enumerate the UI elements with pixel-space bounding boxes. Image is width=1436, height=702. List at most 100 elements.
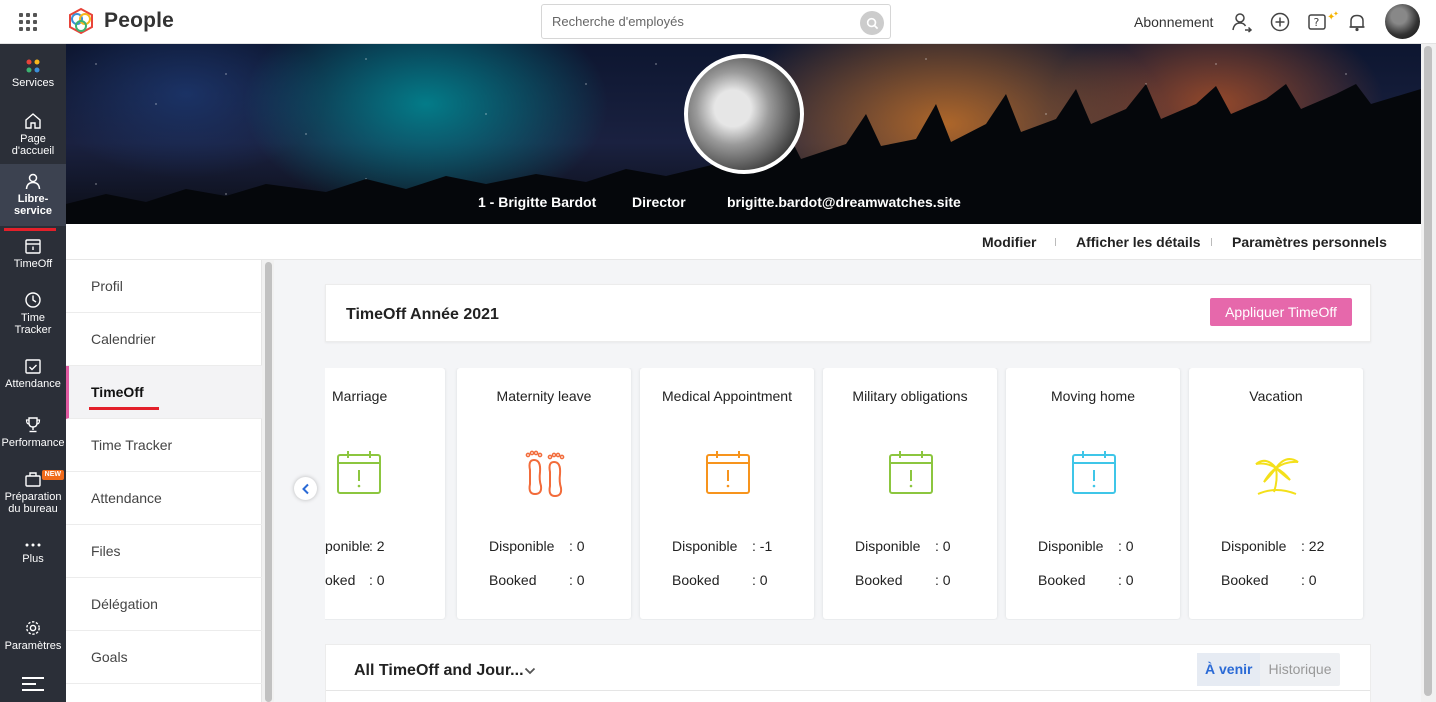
carousel-prev-button[interactable] — [294, 477, 317, 500]
apps-grid-icon[interactable] — [19, 13, 37, 31]
new-badge: NEW — [41, 470, 64, 480]
booked-row: Booked: 0 — [1221, 572, 1317, 588]
page-scrollbar-thumb[interactable] — [1424, 46, 1432, 696]
booked-row: Booked: 0 — [1038, 572, 1134, 588]
gear-icon — [26, 621, 40, 635]
svg-text:?: ? — [1314, 16, 1320, 29]
sidebar-label: TimeOff — [13, 258, 53, 270]
calendar-alert-icon — [337, 451, 381, 494]
sidebar-item-services[interactable]: Services — [0, 58, 66, 89]
leave-card-maternity[interactable]: Maternity leave Disponible: 0 Booked: 0 — [457, 368, 631, 619]
subnav-item-profile[interactable]: Profil — [66, 260, 262, 313]
sidebar-item-timeoff[interactable]: TimeOff — [0, 237, 66, 270]
help-sparkle-icon[interactable]: ? ✦ ✦ — [1307, 11, 1341, 33]
booked-value: : 0 — [752, 572, 768, 588]
booked-value: : 0 — [1118, 572, 1134, 588]
sidebar-label: Préparation du bureau — [4, 491, 62, 515]
user-avatar[interactable] — [1385, 4, 1420, 39]
timeoff-journal-card: All TimeOff and Jour... À venir Historiq… — [325, 644, 1371, 702]
search-button[interactable] — [860, 11, 884, 35]
sidebar-item-office-prep[interactable]: NEW Préparation du bureau — [0, 470, 66, 515]
subnav-item-time-tracker[interactable]: Time Tracker — [66, 419, 262, 472]
subscription-link[interactable]: Abonnement — [1134, 14, 1213, 30]
tab-history[interactable]: Historique — [1260, 653, 1339, 686]
trophy-icon — [25, 417, 41, 433]
employee-name: 1 - Brigitte Bardot — [478, 194, 597, 210]
subnav-label: Calendrier — [91, 331, 156, 347]
divider — [326, 690, 1370, 691]
booked-label: Booked — [489, 572, 537, 588]
booked-row: Booked : 0 — [672, 572, 768, 588]
menu-toggle-icon[interactable] — [22, 677, 44, 695]
chevron-down-icon[interactable] — [524, 666, 536, 676]
clock-icon — [25, 292, 41, 308]
leave-card-marriage[interactable]: Marriage ponible: 2 oked: 0 — [325, 368, 445, 619]
subnav-item-goals[interactable]: Goals — [66, 631, 262, 684]
journal-tabs: À venir Historique — [1197, 653, 1340, 686]
booked-value: : 0 — [569, 572, 585, 588]
home-icon — [25, 113, 41, 129]
sidebar-item-self-service[interactable]: Libre-service — [0, 164, 66, 231]
sidebar-item-settings[interactable]: Paramètres — [0, 619, 66, 652]
top-bar: People Abonnement ? ✦ ✦ — [0, 0, 1436, 44]
sidebar-label: Time Tracker — [14, 312, 52, 336]
sidebar-item-attendance[interactable]: Attendance — [0, 357, 66, 390]
sidebar-item-time-tracker[interactable]: Time Tracker — [0, 291, 66, 336]
leave-type-name: Maternity leave — [496, 388, 592, 404]
search-icon — [866, 17, 878, 29]
available-label: Disponible — [855, 538, 921, 554]
booked-label: Booked — [672, 572, 720, 588]
employee-email: brigitte.bardot@dreamwatches.site — [727, 194, 961, 210]
booked-row: Booked: 0 — [855, 572, 951, 588]
sidebar-label: Libre-service — [14, 193, 52, 217]
leave-card-moving-home[interactable]: Moving home Disponible: 0 Booked: 0 — [1006, 368, 1180, 619]
tab-upcoming[interactable]: À venir — [1197, 653, 1261, 686]
subnav-item-attendance[interactable]: Attendance — [66, 472, 262, 525]
available-label: ponible — [325, 538, 371, 554]
add-circle-icon[interactable] — [1269, 11, 1291, 33]
leave-type-name: Military obligations — [852, 388, 968, 404]
edit-link[interactable]: Modifier — [982, 234, 1036, 250]
sidebar-label: Page d'accueil — [11, 133, 55, 157]
subnav-label: Profil — [91, 278, 123, 294]
profile-subnav: Profil Calendrier TimeOff Time Tracker A… — [66, 260, 262, 702]
apply-timeoff-button[interactable]: Appliquer TimeOff — [1210, 298, 1352, 326]
search-input[interactable] — [552, 5, 852, 38]
subnav-item-files[interactable]: Files — [66, 525, 262, 578]
subnav-scrollbar-thumb[interactable] — [265, 262, 272, 702]
leave-card-medical[interactable]: Medical Appointment Disponible: -1 Booke… — [640, 368, 814, 619]
chevron-left-icon — [301, 483, 309, 494]
booked-row: Booked : 0 — [489, 572, 585, 588]
employee-search — [541, 4, 891, 39]
profile-action-bar: Modifier Afficher les détails Paramètres… — [66, 224, 1421, 260]
sidebar-item-more[interactable]: Plus — [0, 540, 66, 565]
calendar-alert-icon — [1072, 451, 1116, 494]
sidebar-label: Attendance — [5, 378, 61, 390]
subnav-item-delegation[interactable]: Délégation — [66, 578, 262, 631]
subnav-item-calendar[interactable]: Calendrier — [66, 313, 262, 366]
leave-card-military[interactable]: Military obligations Disponible: 0 Booke… — [823, 368, 997, 619]
brand-name: People — [104, 9, 175, 32]
available-row: Disponible: 22 — [1221, 538, 1324, 554]
subnav-label: Attendance — [91, 490, 162, 506]
view-details-link[interactable]: Afficher les détails — [1076, 234, 1201, 250]
available-row: ponible: 2 — [325, 538, 385, 554]
booked-row: oked: 0 — [325, 572, 385, 588]
booked-value: : 0 — [1301, 572, 1317, 588]
more-dots-icon — [25, 543, 41, 547]
available-value: : 22 — [1301, 538, 1325, 554]
subnav-item-timeoff[interactable]: TimeOff — [66, 366, 262, 419]
calendar-icon — [25, 239, 41, 254]
user-switch-icon[interactable] — [1231, 11, 1253, 33]
personal-settings-link[interactable]: Paramètres personnels — [1232, 234, 1387, 250]
profile-photo[interactable] — [684, 54, 804, 174]
journal-filter-dropdown[interactable]: All TimeOff and Jour... — [354, 662, 524, 680]
separator — [1211, 238, 1212, 246]
bell-icon[interactable] — [1346, 11, 1368, 33]
palm-tree-icon — [1255, 458, 1299, 495]
leave-card-vacation[interactable]: Vacation Disponible: 22 Booked: 0 — [1189, 368, 1363, 619]
profile-banner: 1 - Brigitte Bardot Director brigitte.ba… — [66, 44, 1421, 224]
sidebar-item-performance[interactable]: Performance — [0, 416, 66, 449]
sidebar-item-home[interactable]: Page d'accueil — [0, 112, 66, 157]
user-icon — [25, 173, 41, 190]
